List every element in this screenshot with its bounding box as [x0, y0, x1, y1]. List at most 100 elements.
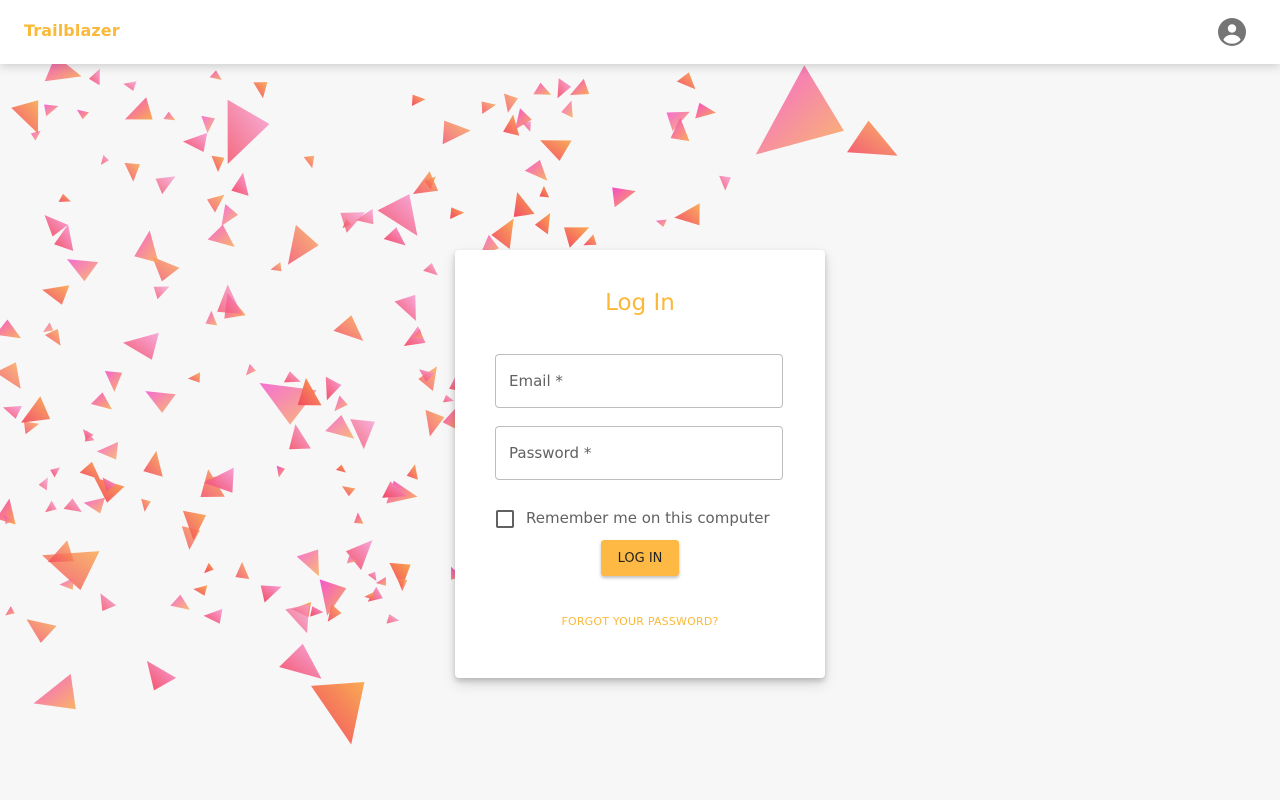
- shard: [44, 104, 59, 117]
- shard: [695, 102, 716, 119]
- shard: [50, 467, 61, 478]
- shard: [279, 643, 322, 679]
- shard: [569, 78, 590, 96]
- shard: [96, 442, 119, 460]
- shard: [217, 284, 242, 314]
- shard: [100, 154, 109, 165]
- shard: [58, 193, 71, 202]
- shard: [383, 227, 406, 246]
- shard: [540, 140, 572, 161]
- shard: [412, 171, 439, 194]
- shard: [534, 213, 551, 235]
- shard: [104, 371, 123, 392]
- shard: [283, 371, 301, 383]
- shard: [364, 592, 374, 600]
- remember-me-checkbox[interactable]: [496, 510, 514, 528]
- shard: [425, 409, 445, 437]
- shard: [513, 192, 535, 217]
- shard: [23, 421, 40, 435]
- shard: [2, 405, 23, 419]
- shard: [143, 450, 163, 477]
- shard: [123, 81, 137, 91]
- brand-logo[interactable]: Trailblazer: [24, 21, 120, 40]
- shard: [76, 109, 89, 120]
- shard: [205, 310, 218, 326]
- shard: [209, 70, 222, 80]
- login-card: Log In Email * Password * Remember me on…: [455, 250, 825, 678]
- shard: [0, 362, 21, 389]
- email-field[interactable]: Email *: [495, 354, 783, 408]
- shard: [30, 130, 41, 141]
- shard: [423, 263, 438, 276]
- shard: [450, 207, 465, 219]
- shard: [612, 187, 636, 208]
- shard: [5, 606, 15, 616]
- shard: [350, 419, 375, 450]
- shard: [11, 100, 39, 134]
- shard: [386, 614, 400, 624]
- shard: [325, 376, 342, 401]
- shard: [674, 203, 700, 226]
- email-label: Email *: [509, 372, 563, 390]
- shard: [124, 97, 153, 120]
- shard: [67, 259, 99, 282]
- shard: [397, 578, 408, 592]
- shard: [45, 500, 57, 513]
- shard: [325, 415, 355, 439]
- shard: [134, 230, 159, 263]
- password-field[interactable]: Password *: [495, 426, 783, 480]
- shard: [260, 585, 282, 603]
- shard: [207, 194, 225, 213]
- password-label: Password *: [509, 444, 592, 462]
- shard: [522, 121, 531, 132]
- shard: [504, 93, 518, 113]
- shard: [394, 294, 416, 321]
- shard: [481, 101, 497, 114]
- shard: [253, 82, 268, 99]
- shard: [557, 78, 572, 99]
- shard: [719, 175, 731, 191]
- shard: [145, 391, 176, 413]
- shard: [123, 332, 159, 360]
- shard: [44, 64, 82, 82]
- shard: [406, 464, 418, 480]
- shard: [63, 498, 82, 512]
- shard: [676, 72, 696, 90]
- shard: [187, 372, 201, 383]
- login-title: Log In: [605, 290, 675, 316]
- login-button[interactable]: LOG IN: [601, 540, 679, 576]
- remember-me-label[interactable]: Remember me on this computer: [526, 509, 770, 527]
- shard: [375, 576, 386, 586]
- shard: [170, 594, 190, 610]
- shard: [124, 162, 140, 182]
- shard: [655, 219, 667, 228]
- shard: [524, 159, 548, 181]
- shard: [287, 224, 319, 265]
- shard: [182, 132, 208, 152]
- forgot-password-link[interactable]: FORGOT YOUR PASSWORD?: [455, 615, 825, 628]
- account-circle-icon: [1218, 18, 1246, 46]
- shard: [43, 322, 54, 333]
- shard: [155, 176, 176, 195]
- shard: [90, 392, 112, 410]
- shard: [204, 562, 214, 574]
- shard: [342, 486, 356, 497]
- shard: [345, 540, 373, 571]
- shard: [227, 99, 270, 164]
- shard: [340, 212, 366, 233]
- shard: [21, 396, 51, 423]
- shard: [203, 608, 223, 624]
- shard: [83, 497, 105, 514]
- shard: [411, 94, 426, 106]
- shard: [533, 82, 552, 95]
- shard: [42, 285, 70, 305]
- shard: [100, 593, 117, 611]
- shard: [245, 363, 256, 376]
- shard: [0, 319, 21, 339]
- shard: [153, 286, 170, 300]
- shard: [231, 172, 249, 196]
- shard: [303, 155, 315, 169]
- account-button[interactable]: [1218, 18, 1246, 46]
- shard: [296, 549, 319, 577]
- shard: [141, 498, 151, 512]
